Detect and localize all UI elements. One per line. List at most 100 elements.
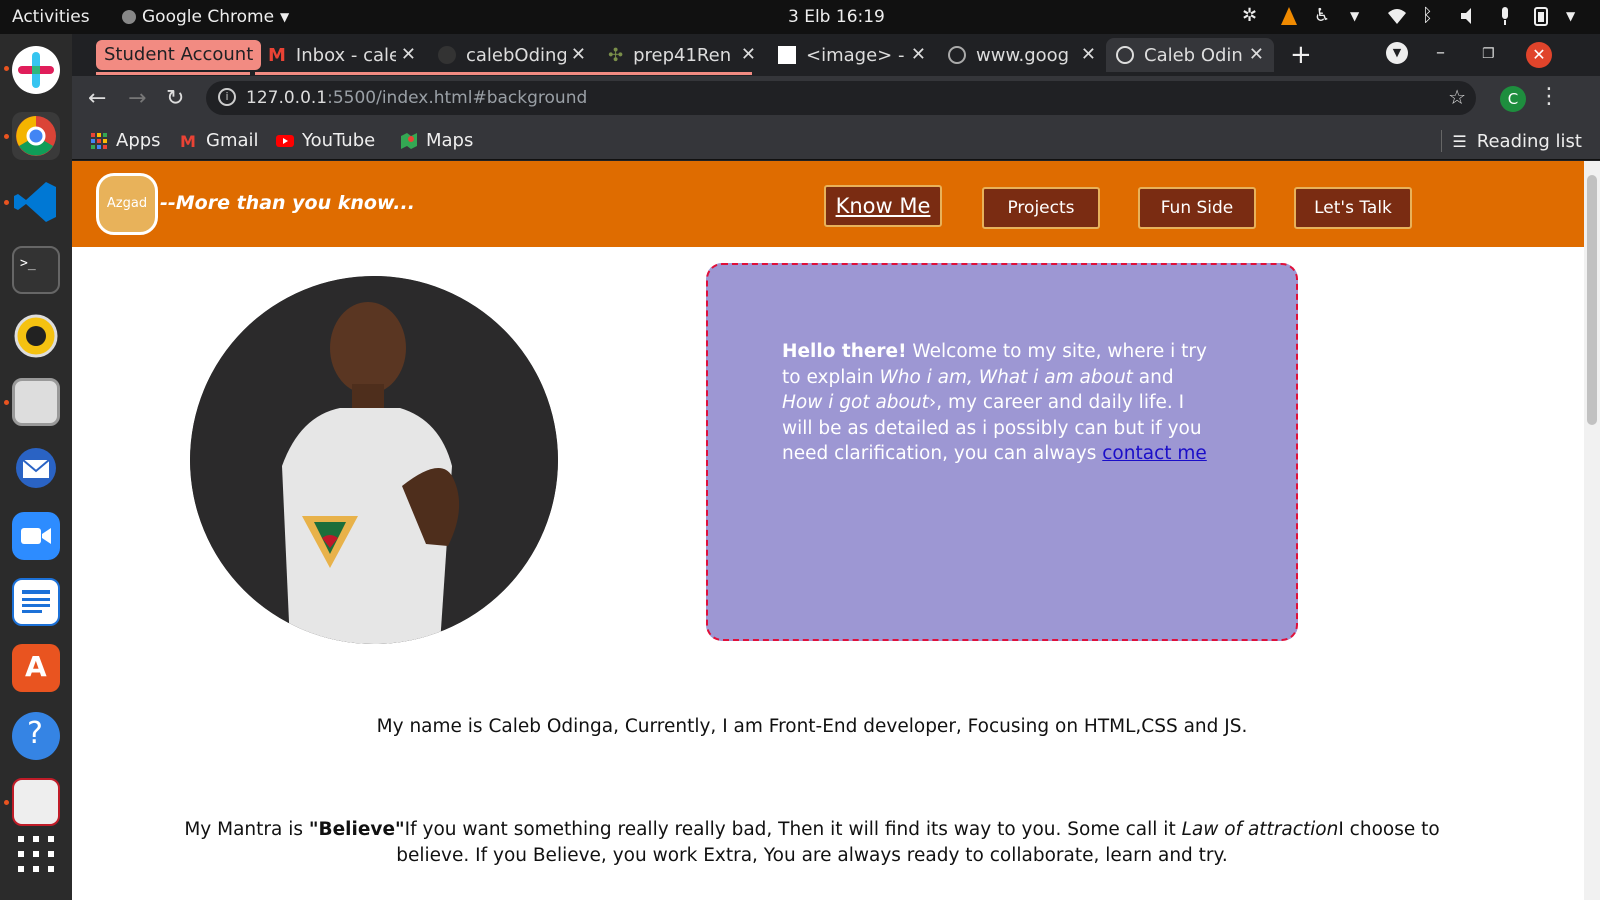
site-logo[interactable]: Azgad	[96, 173, 158, 235]
address-bar[interactable]: i 127.0.0.1:5500/index.html#background ☆	[206, 81, 1476, 115]
nav-know-me[interactable]: Know Me	[824, 185, 942, 227]
running-indicator	[4, 200, 9, 205]
tab-github[interactable]: calebOding ✕	[428, 38, 596, 72]
app-menu-label: Google Chrome	[142, 7, 275, 27]
site-info-icon[interactable]: i	[218, 88, 236, 106]
tab-replit[interactable]: ✣ prep41Ren ✕	[598, 38, 766, 72]
close-icon[interactable]: ✕	[741, 44, 756, 65]
globe-icon	[948, 46, 966, 64]
help-icon[interactable]: ?	[12, 712, 60, 760]
nav-fun-side[interactable]: Fun Side	[1138, 187, 1256, 229]
mantra-quote: "Believe"	[308, 819, 405, 840]
tab-title: prep41Ren	[633, 44, 732, 66]
thunderbird-icon[interactable]	[12, 444, 60, 492]
nav-projects[interactable]: Projects	[982, 187, 1100, 229]
replit-icon: ✣	[608, 44, 624, 66]
gmail-icon: M	[268, 44, 286, 66]
tab-image[interactable]: <image> - S ✕	[768, 38, 936, 72]
ubuntu-software-icon[interactable]: A	[12, 644, 60, 692]
url-path: :5500/index.html#background	[327, 88, 588, 108]
page-scrollbar[interactable]	[1584, 161, 1600, 900]
github-icon	[438, 46, 456, 64]
close-icon[interactable]: ✕	[1249, 44, 1264, 65]
close-icon[interactable]: ✕	[401, 44, 416, 65]
close-icon[interactable]: ✕	[1081, 44, 1096, 65]
bookmark-label: YouTube	[302, 130, 376, 151]
google-chrome-icon[interactable]	[12, 112, 60, 160]
mantra-text-1: My Mantra is	[184, 819, 309, 840]
url-text[interactable]: 127.0.0.1:5500/index.html#background	[246, 88, 587, 108]
accessibility-icon[interactable]: ♿	[1314, 5, 1336, 27]
chrome-menu-icon[interactable]: ⋮	[1538, 84, 1560, 109]
restore-icon[interactable]: ❐	[1482, 46, 1495, 62]
chevron-down-icon: ▼	[280, 10, 290, 24]
libreoffice-writer-icon[interactable]	[12, 578, 60, 626]
show-applications-icon[interactable]	[12, 830, 60, 878]
nav-lets-talk[interactable]: Let's Talk	[1294, 187, 1412, 229]
microphone-icon[interactable]	[1494, 5, 1516, 27]
tab-title: Caleb Odin	[1144, 44, 1243, 66]
volume-icon[interactable]	[1458, 5, 1480, 27]
back-arrow-icon[interactable]: ←	[88, 86, 106, 111]
tab-search-icon[interactable]: ▼	[1386, 42, 1408, 64]
profile-chip[interactable]: Student Account	[96, 40, 262, 70]
bluetooth-icon[interactable]: ᛒ	[1422, 5, 1444, 27]
files-icon[interactable]	[12, 378, 60, 426]
intro-emphasis-2: How i got about	[782, 392, 929, 413]
clock[interactable]: 3 Elb 16:19	[788, 7, 885, 27]
close-icon[interactable]: ✕	[911, 44, 926, 65]
tab-title: calebOding	[466, 44, 566, 66]
running-indicator	[4, 800, 9, 805]
scrollbar-thumb[interactable]	[1587, 175, 1597, 425]
vlc-tray-icon[interactable]	[1278, 5, 1300, 27]
bio-text: My name is Caleb Odinga, Currently, I am…	[376, 716, 1248, 737]
terminal-icon[interactable]: >_	[12, 246, 60, 294]
mantra-emphasis: Law of attraction	[1181, 819, 1339, 840]
tab-title: Inbox - cale	[295, 44, 396, 66]
bookmark-gmail[interactable]: M Gmail	[180, 130, 259, 151]
bookmark-apps[interactable]: Apps	[90, 130, 161, 151]
slack-icon[interactable]	[12, 46, 60, 94]
profile-avatar[interactable]: C	[1500, 86, 1526, 112]
window-close-icon[interactable]: ✕	[1526, 42, 1552, 68]
close-icon[interactable]: ✕	[571, 44, 586, 65]
power-menu-chevron-icon[interactable]: ▼	[1566, 5, 1588, 27]
new-tab-plus-icon[interactable]: +	[1290, 40, 1312, 70]
bookmark-star-icon[interactable]: ☆	[1448, 85, 1466, 109]
url-host: 127.0.0.1	[246, 88, 328, 108]
reading-list-icon: ☰	[1452, 131, 1467, 151]
reading-list-label: Reading list	[1476, 130, 1582, 152]
app-menu[interactable]: Google Chrome ▼	[122, 7, 289, 27]
site-header: Azgad --More than you know... Know Me Pr…	[72, 161, 1584, 247]
intro-paragraph: Hello there! Welcome to my site, where i…	[782, 339, 1212, 467]
battery-icon[interactable]	[1530, 5, 1552, 27]
zoom-icon[interactable]	[12, 512, 60, 560]
youtube-icon	[276, 132, 294, 150]
tab-caleb-odinga[interactable]: Caleb Odin ✕	[1106, 38, 1274, 72]
tab-title: <image> - S	[806, 44, 906, 66]
reload-icon[interactable]: ↻	[166, 86, 184, 111]
intro-card: Hello there! Welcome to my site, where i…	[706, 263, 1298, 641]
wifi-icon[interactable]	[1386, 5, 1408, 27]
tab-google[interactable]: www.goog ✕	[938, 38, 1106, 72]
tab-gmail-inbox[interactable]: M Inbox - cale ✕	[258, 38, 426, 72]
extension-icon[interactable]: ✲	[1242, 5, 1264, 27]
bookmark-label: Maps	[426, 130, 474, 151]
reading-list-button[interactable]: ☰ Reading list	[1441, 130, 1582, 152]
activities-button[interactable]: Activities	[12, 7, 90, 27]
chrome-window: Student Account M Inbox - cale ✕ calebOd…	[72, 34, 1600, 900]
forward-arrow-icon[interactable]: →	[128, 86, 146, 111]
system-tray[interactable]: ✲ ♿ ▼ ᛒ ▼	[1242, 5, 1588, 27]
intro-emphasis-1: Who i am, What i am about	[879, 366, 1133, 388]
running-indicator	[4, 400, 9, 405]
document-viewer-icon[interactable]	[12, 778, 60, 826]
minimize-icon[interactable]: –	[1436, 42, 1445, 63]
tab-group-underline	[96, 72, 250, 75]
bookmark-youtube[interactable]: YouTube	[276, 130, 375, 151]
contact-me-link[interactable]: contact me	[1102, 443, 1207, 464]
bookmark-maps[interactable]: Maps	[400, 130, 473, 151]
chevron-down-icon[interactable]: ▼	[1350, 5, 1372, 27]
rhythmbox-icon[interactable]	[12, 312, 60, 360]
vscode-icon[interactable]	[12, 178, 60, 226]
tab-title: www.goog	[976, 44, 1070, 66]
